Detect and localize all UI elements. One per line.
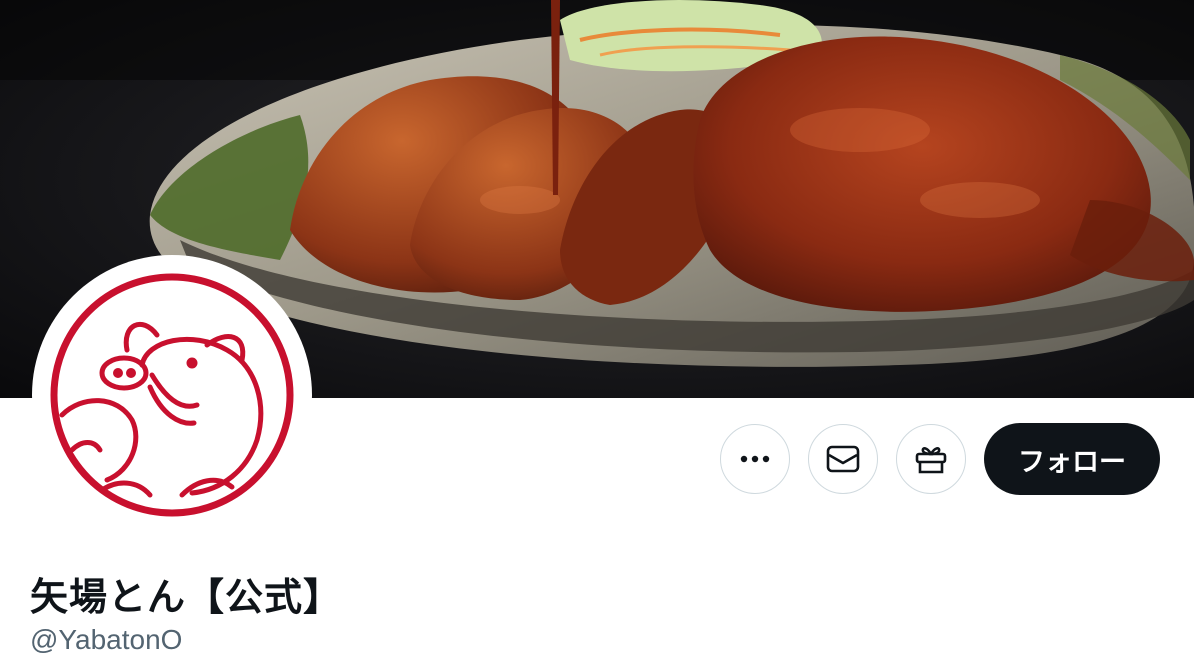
profile-handle: @YabatonO: [30, 624, 183, 655]
gift-button[interactable]: [896, 424, 966, 494]
profile-actions: フォロー: [720, 423, 1160, 495]
gift-icon: [914, 443, 948, 475]
more-icon: [739, 455, 771, 463]
profile-display-name: 矢場とん【公式】: [30, 575, 343, 619]
follow-button[interactable]: フォロー: [984, 423, 1160, 495]
pig-logo: [34, 257, 310, 533]
envelope-icon: [826, 445, 860, 473]
profile-avatar[interactable]: [32, 255, 312, 535]
more-button[interactable]: [720, 424, 790, 494]
message-button[interactable]: [808, 424, 878, 494]
